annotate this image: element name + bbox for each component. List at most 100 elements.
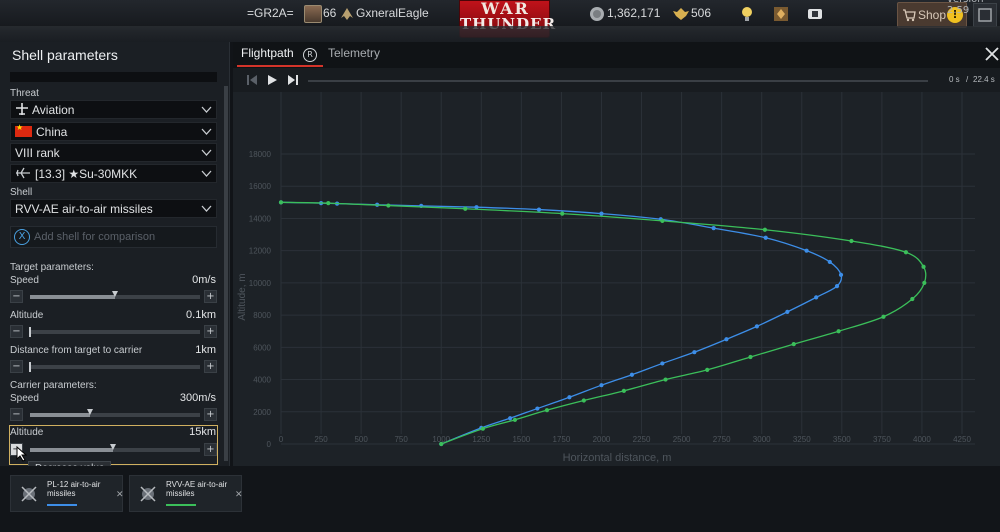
- increase-button[interactable]: +: [204, 290, 217, 303]
- background-blur-strip: [0, 26, 1000, 42]
- chevron-down-icon: [201, 149, 212, 156]
- carrier-speed-slider[interactable]: − +: [10, 408, 217, 422]
- data-point: [762, 227, 768, 232]
- y-tick-label: 2000: [253, 408, 271, 417]
- panel-title: Shell parameters: [12, 47, 118, 63]
- version-label: version 2.59: [947, 0, 984, 16]
- x-tick-label: 2500: [673, 435, 691, 444]
- x-tick-label: 3000: [753, 435, 771, 444]
- data-point: [629, 372, 635, 377]
- coupon-icon[interactable]: [806, 5, 824, 23]
- x-tick-label: 1250: [472, 435, 490, 444]
- increase-button[interactable]: +: [204, 325, 217, 338]
- aircraft-icon: [16, 103, 28, 115]
- playback-bar: 0 s / 22.4 s: [233, 68, 1000, 92]
- threat-label: Threat: [10, 88, 39, 99]
- lightbulb-icon[interactable]: [738, 5, 756, 23]
- data-point: [560, 211, 565, 216]
- country-value: China: [36, 125, 68, 139]
- tab-telemetry[interactable]: Telemetry: [328, 46, 380, 60]
- distance-value: 1km: [195, 344, 216, 356]
- x-tick-label: 500: [354, 435, 368, 444]
- shell-card-rvv-ae[interactable]: RVV-AE air-to-air missiles ✕: [129, 475, 243, 512]
- y-tick-label: 14000: [249, 214, 272, 223]
- data-point: [921, 264, 926, 269]
- add-comparison-icon: X: [14, 229, 30, 245]
- x-axis-label: Horizontal distance, m: [563, 452, 672, 464]
- data-point: [785, 309, 790, 314]
- rank-dropdown[interactable]: VIII rank: [10, 143, 217, 162]
- panel-scrollbar[interactable]: [224, 86, 228, 461]
- data-point: [599, 383, 604, 388]
- data-point: [692, 350, 697, 355]
- data-point: [386, 203, 391, 208]
- add-shell-placeholder: Add shell for comparison: [34, 231, 156, 243]
- tab-flightpath[interactable]: Flightpath: [241, 46, 294, 60]
- data-point: [567, 395, 572, 400]
- data-point: [804, 248, 809, 253]
- shell-label: Shell: [10, 187, 33, 198]
- threat-type-dropdown[interactable]: Aviation: [10, 100, 217, 119]
- silver-lions-balance: 1,362,171: [607, 6, 661, 20]
- remove-shell-icon[interactable]: ✕: [235, 490, 243, 500]
- data-point: [535, 406, 540, 411]
- carrier-altitude-slider[interactable]: − +: [10, 443, 217, 457]
- data-point: [705, 367, 710, 372]
- target-speed-label: Speed: [10, 275, 39, 286]
- target-altitude-slider[interactable]: − +: [10, 325, 217, 339]
- target-speed-slider[interactable]: − +: [10, 290, 217, 304]
- play-icon[interactable]: [266, 74, 278, 86]
- data-point: [922, 280, 927, 285]
- chevron-down-icon: [201, 205, 212, 212]
- slider-thumb[interactable]: [112, 291, 118, 297]
- data-point: [663, 377, 668, 382]
- data-point: [711, 226, 716, 231]
- data-point: [544, 408, 550, 413]
- shell-card-pl12[interactable]: PL-12 air-to-air missiles ✕: [10, 475, 124, 512]
- x-tick-label: 750: [394, 435, 408, 444]
- data-point: [763, 235, 768, 240]
- slider-thumb[interactable]: [110, 444, 117, 450]
- decrease-button[interactable]: −: [10, 360, 23, 373]
- slider-thumb[interactable]: [29, 327, 31, 337]
- increase-button[interactable]: +: [204, 443, 217, 456]
- username[interactable]: GxneralEagle: [356, 6, 429, 20]
- skip-back-icon[interactable]: [246, 74, 258, 86]
- chevron-down-icon: [201, 106, 212, 113]
- golden-eagles-icon: [673, 8, 689, 20]
- china-flag-icon: [15, 123, 32, 137]
- battle-pass-icon[interactable]: [772, 5, 790, 23]
- playback-progress-track[interactable]: [308, 80, 928, 82]
- y-tick-label: 10000: [249, 279, 272, 288]
- slider-thumb[interactable]: [29, 362, 31, 372]
- add-shell-comparison-field[interactable]: X Add shell for comparison: [10, 226, 217, 248]
- data-point: [581, 398, 586, 403]
- decrease-button[interactable]: −: [10, 408, 23, 421]
- skip-forward-icon[interactable]: [287, 74, 299, 86]
- carrier-speed-value: 300m/s: [179, 392, 216, 404]
- carrier-speed-label: Speed: [10, 393, 39, 404]
- target-parameters-heading: Target parameters:: [10, 262, 94, 273]
- decrease-button[interactable]: −: [10, 290, 23, 303]
- slider-thumb[interactable]: [86, 409, 93, 415]
- increase-button[interactable]: +: [204, 408, 217, 421]
- r-badge-icon: R: [303, 48, 317, 62]
- vehicle-dropdown[interactable]: [13.3] ★Su-30MKK: [10, 164, 217, 183]
- increase-button[interactable]: +: [204, 360, 217, 373]
- remove-shell-icon[interactable]: ✕: [116, 490, 124, 500]
- country-dropdown[interactable]: China: [10, 122, 217, 141]
- shell-parameters-panel: Shell parameters Threat Aviation China V…: [0, 42, 230, 466]
- mouse-cursor-icon: [16, 446, 28, 462]
- decrease-button[interactable]: −: [10, 325, 23, 338]
- distance-slider[interactable]: − +: [10, 360, 217, 374]
- y-axis-label: Altitude, m: [237, 273, 248, 320]
- y-tick-label: 0: [267, 440, 272, 449]
- time-separator: /: [966, 75, 969, 84]
- player-avatar[interactable]: [304, 5, 322, 23]
- shell-dropdown[interactable]: RVV-AE air-to-air missiles: [10, 199, 217, 218]
- jet-icon: [16, 167, 30, 179]
- missile-icon: [21, 486, 37, 502]
- data-point: [838, 272, 844, 277]
- silver-lions-icon: [590, 7, 604, 21]
- close-icon[interactable]: [984, 46, 1000, 62]
